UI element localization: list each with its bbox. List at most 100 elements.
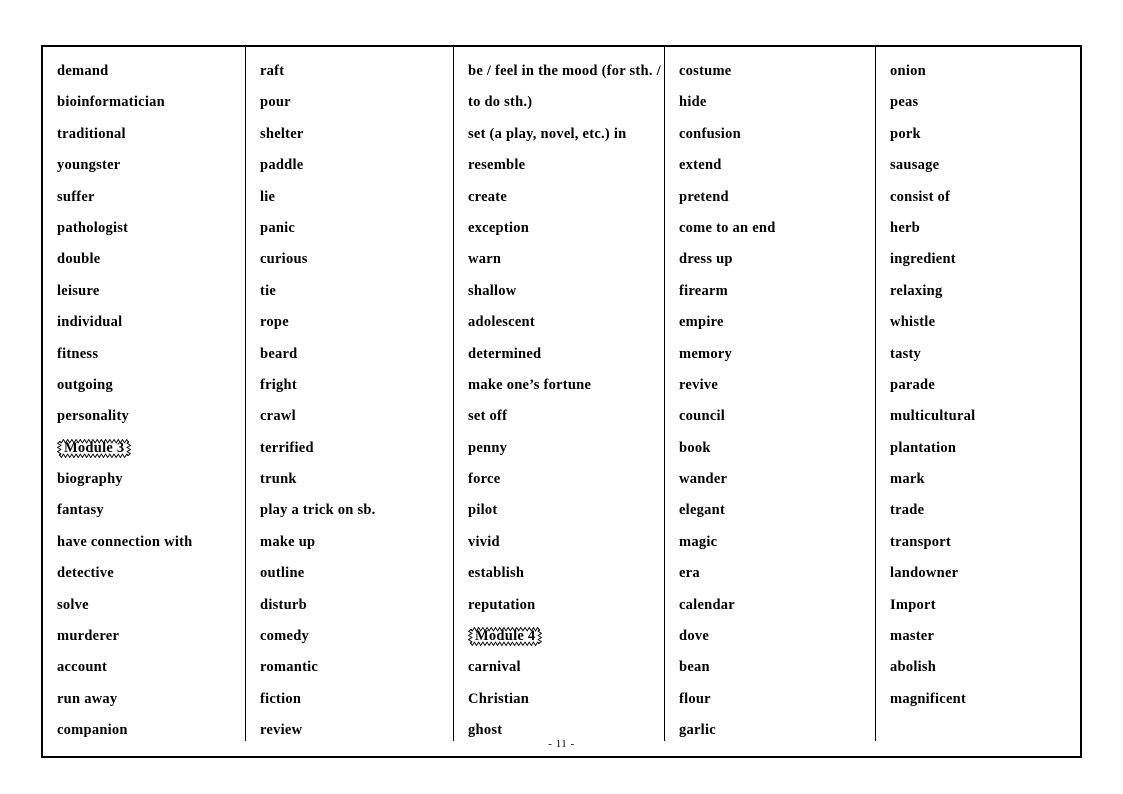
vocabulary-word: bioinformatician: [57, 94, 165, 111]
vocabulary-word: landowner: [890, 565, 959, 582]
vocabulary-word: disturb: [260, 596, 307, 613]
vocabulary-word: plantation: [890, 439, 957, 456]
vocabulary-word: extend: [679, 157, 722, 174]
module-marker-row: Module 4: [468, 621, 664, 652]
vocabulary-word: run away: [57, 690, 118, 707]
vocabulary-word: memory: [679, 345, 733, 362]
vocabulary-word: parade: [890, 376, 935, 393]
vocabulary-table-frame: demand bioinformatician traditional youngst…: [41, 45, 1082, 758]
vocabulary-word: dove: [679, 628, 709, 645]
vocabulary-word: terrified: [260, 439, 314, 456]
vocabulary-word: onion: [890, 63, 926, 79]
vocabulary-word: traditional: [57, 125, 126, 142]
module-marker: Module 3: [57, 438, 131, 458]
module-marker-row: Module 3: [57, 433, 245, 464]
vocabulary-word: pathologist: [57, 219, 129, 236]
vocabulary-word: sausage: [890, 157, 940, 174]
vocabulary-word: fantasy: [57, 502, 104, 519]
vocabulary-word: empire: [679, 314, 724, 331]
vocabulary-word: ingredient: [890, 251, 956, 268]
vocabulary-word: determined: [468, 345, 542, 362]
vocabulary-word: warn: [468, 251, 502, 268]
vocabulary-word: fright: [260, 376, 297, 393]
vocabulary-word: costume: [679, 63, 732, 79]
vocabulary-word: pretend: [679, 188, 729, 205]
vocabulary-word: beard: [260, 345, 298, 362]
vocabulary-word: suffer: [57, 188, 95, 205]
vocabulary-word: crawl: [260, 408, 296, 425]
vocabulary-word: rope: [260, 314, 289, 331]
vocabulary-word: vivid: [468, 533, 500, 550]
vocabulary-word: pour: [260, 94, 291, 111]
vocabulary-word: come to an end: [679, 219, 776, 236]
vocabulary-word: make up: [260, 533, 316, 550]
vocabulary-word: penny: [468, 439, 508, 456]
vocabulary-word: youngster: [57, 157, 121, 174]
vocabulary-word: be / feel in the mood (for sth. / to do …: [468, 63, 661, 111]
vocabulary-columns: demand bioinformatician traditional youngst…: [43, 47, 1080, 741]
vocabulary-word: fiction: [260, 690, 302, 707]
vocabulary-word: consist of: [890, 188, 951, 205]
vocabulary-word: master: [890, 628, 935, 645]
vocabulary-word: council: [679, 408, 726, 425]
vocabulary-word: romantic: [260, 659, 319, 676]
vocabulary-word: firearm: [679, 282, 728, 299]
vocabulary-column: be / feel in the mood (for sth. / to do …: [454, 47, 665, 741]
vocabulary-word: whistle: [890, 314, 936, 331]
vocabulary-word: establish: [468, 565, 525, 582]
vocabulary-word: have connection with: [57, 533, 193, 550]
vocabulary-word: trunk: [260, 471, 297, 488]
vocabulary-word: solve: [57, 596, 89, 613]
vocabulary-word: raft: [260, 63, 285, 79]
vocabulary-word: Christian: [468, 690, 530, 707]
document-page: demand bioinformatician traditional youngst…: [0, 0, 1123, 794]
vocabulary-word: dress up: [679, 251, 733, 268]
vocabulary-word: calendar: [679, 596, 735, 613]
vocabulary-word: demand: [57, 63, 109, 79]
vocabulary-word: resemble: [468, 157, 526, 174]
vocabulary-word: Import: [890, 596, 936, 613]
vocabulary-word: pilot: [468, 502, 498, 519]
vocabulary-column: costume hide confusion extend pretend come to…: [665, 47, 876, 741]
vocabulary-word: outline: [260, 565, 305, 582]
vocabulary-word: magic: [679, 533, 718, 550]
vocabulary-word: magnificent: [890, 690, 967, 707]
vocabulary-word: outgoing: [57, 376, 113, 393]
vocabulary-word: lie: [260, 188, 276, 205]
vocabulary-word: detective: [57, 565, 114, 582]
vocabulary-word: bean: [679, 659, 710, 676]
vocabulary-word: murderer: [57, 628, 120, 645]
vocabulary-word: trade: [890, 502, 925, 519]
vocabulary-word: force: [468, 471, 501, 488]
vocabulary-word: era: [679, 565, 700, 582]
vocabulary-word: curious: [260, 251, 308, 268]
vocabulary-column: demand bioinformatician traditional youngst…: [43, 47, 246, 741]
vocabulary-word: double: [57, 251, 101, 268]
vocabulary-word: pork: [890, 125, 921, 142]
vocabulary-word: fitness: [57, 345, 99, 362]
vocabulary-word: hide: [679, 94, 707, 111]
vocabulary-word: flour: [679, 690, 711, 707]
page-number-footer: - 11 -: [548, 738, 575, 750]
module-marker-label: Module 3: [64, 439, 125, 456]
vocabulary-word: personality: [57, 408, 130, 425]
module-marker: Module 4: [468, 627, 542, 647]
vocabulary-word: adolescent: [468, 314, 535, 331]
vocabulary-word: leisure: [57, 282, 100, 299]
vocabulary-word: set (a play, novel, etc.) in: [468, 125, 627, 142]
vocabulary-word: account: [57, 659, 108, 676]
vocabulary-word: wander: [679, 471, 728, 488]
vocabulary-word: mark: [890, 471, 925, 488]
vocabulary-word: revive: [679, 376, 719, 393]
vocabulary-word: play a trick on sb.: [260, 502, 376, 519]
vocabulary-word: individual: [57, 314, 123, 331]
vocabulary-column: onion peas pork sausage consist of herb ingred…: [876, 47, 1080, 741]
vocabulary-word: create: [468, 188, 508, 205]
vocabulary-word: reputation: [468, 596, 536, 613]
vocabulary-word: multicultural: [890, 408, 976, 425]
vocabulary-column: raft pour shelter paddle lie panic curious tie r…: [246, 47, 454, 741]
vocabulary-word: peas: [890, 94, 919, 111]
vocabulary-word: carnival: [468, 659, 521, 676]
vocabulary-word: shelter: [260, 125, 304, 142]
vocabulary-word: abolish: [890, 659, 937, 676]
